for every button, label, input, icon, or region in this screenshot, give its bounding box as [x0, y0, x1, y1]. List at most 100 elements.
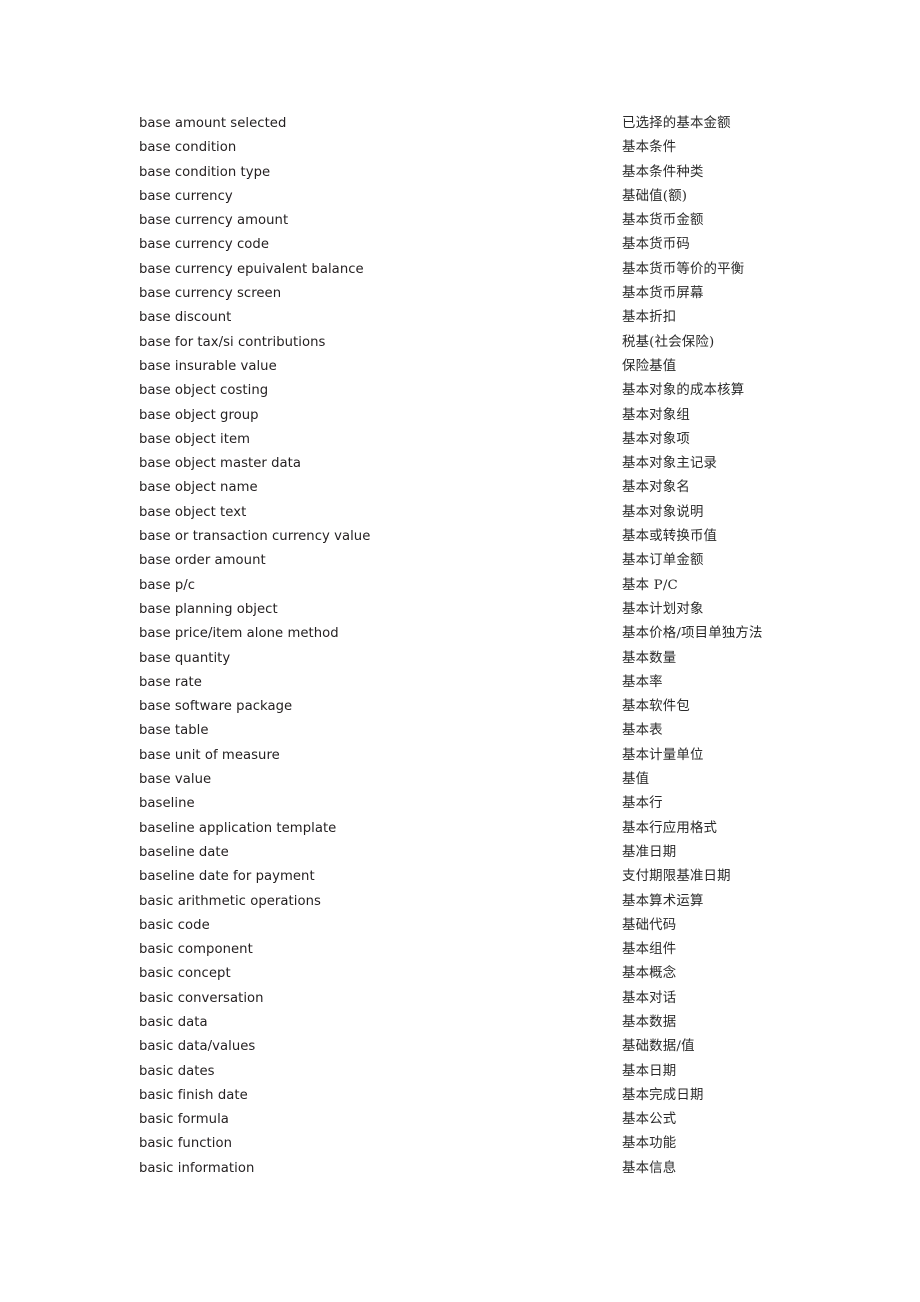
glossary-term-english: base object name: [139, 480, 258, 496]
glossary-term-english: basic dates: [139, 1063, 215, 1079]
glossary-entry-row: base order amount 基本订单金额: [0, 549, 920, 573]
glossary-entry-row: base object item 基本对象项: [0, 428, 920, 452]
glossary-term-chinese: 基本率: [622, 674, 663, 690]
glossary-term-chinese: 基本功能: [622, 1136, 677, 1152]
glossary-term-chinese: 基本对话: [622, 990, 677, 1006]
glossary-term-english: base currency epuivalent balance: [139, 261, 364, 277]
glossary-term-chinese: 基本行: [622, 796, 663, 812]
glossary-term-chinese: 已选择的基本金额: [622, 116, 731, 131]
glossary-entry-row: base condition type 基本条件种类: [0, 161, 920, 185]
glossary-term-english: base or transaction currency value: [139, 529, 371, 545]
glossary-term-chinese: 基本对象主记录: [622, 456, 718, 472]
glossary-term-chinese: 基本货币等价的平衡: [622, 261, 745, 277]
glossary-term-chinese: 基本货币金额: [622, 213, 704, 229]
glossary-term-english: base value: [139, 772, 212, 788]
glossary-term-chinese: 基本表: [622, 723, 663, 739]
glossary-entry-row: base rate 基本率: [0, 671, 920, 695]
glossary-term-english: basic component: [139, 942, 253, 958]
glossary-term-chinese: 基本算术运算: [622, 893, 704, 909]
glossary-entry-row: base unit of measure 基本计量单位: [0, 744, 920, 768]
glossary-term-chinese: 基本计量单位: [622, 747, 704, 763]
glossary-term-english: base amount selected: [139, 116, 287, 131]
glossary-term-chinese: 基本概念: [622, 966, 677, 982]
glossary-entry-row: base table 基本表: [0, 719, 920, 743]
glossary-term-chinese: 基础代码: [622, 917, 677, 933]
glossary-term-chinese: 基本完成日期: [622, 1087, 704, 1103]
glossary-entry-row: basic data/values 基础数据/值: [0, 1035, 920, 1059]
glossary-entry-row: basic arithmetic operations 基本算术运算: [0, 890, 920, 914]
glossary-entry-row: base planning object 基本计划对象: [0, 598, 920, 622]
glossary-term-english: base quantity: [139, 650, 231, 666]
glossary-entry-row: basic finish date 基本完成日期: [0, 1084, 920, 1108]
glossary-term-english: baseline date: [139, 844, 229, 860]
glossary-entry-row: baseline date 基准日期: [0, 841, 920, 865]
glossary-entry-row: base or transaction currency value 基本或转换币…: [0, 525, 920, 549]
glossary-term-english: base condition: [139, 140, 237, 156]
glossary-entry-row: basic formula 基本公式: [0, 1108, 920, 1132]
glossary-term-chinese: 基本价格/项目单独方法: [622, 626, 763, 642]
glossary-entry-row: base object master data 基本对象主记录: [0, 452, 920, 476]
glossary-term-english: base currency screen: [139, 286, 282, 302]
glossary-entry-row: base currency screen 基本货币屏幕: [0, 282, 920, 306]
glossary-term-chinese: 税基(社会保险): [622, 334, 715, 350]
glossary-term-english: base object costing: [139, 383, 269, 399]
glossary-term-english: base order amount: [139, 553, 266, 569]
glossary-term-english: base insurable value: [139, 358, 277, 374]
glossary-term-english: basic code: [139, 917, 210, 933]
glossary-term-chinese: 基本对象的成本核算: [622, 383, 745, 399]
glossary-term-english: base object item: [139, 431, 251, 447]
glossary-entry-row: base insurable value 保险基值: [0, 355, 920, 379]
glossary-term-english: base p/c: [139, 577, 196, 593]
glossary-entry-row: basic concept 基本概念: [0, 962, 920, 986]
glossary-entry-row: baseline date for payment 支付期限基准日期: [0, 865, 920, 889]
glossary-term-chinese: 基本或转换币值: [622, 529, 718, 545]
glossary-term-english: basic concept: [139, 966, 231, 982]
glossary-entry-row: base currency code 基本货币码: [0, 233, 920, 257]
glossary-term-chinese: 基本对象名: [622, 480, 690, 496]
glossary-term-chinese: 基本折扣: [622, 310, 677, 326]
document-page: base amount selected 已选择的基本金额 base conditi…: [0, 0, 920, 1302]
glossary-term-english: basic arithmetic operations: [139, 893, 321, 909]
glossary-entry-row: base software package 基本软件包: [0, 695, 920, 719]
glossary-entry-list: base amount selected 已选择的基本金额 base conditi…: [0, 112, 920, 1181]
glossary-entry-row: base quantity 基本数量: [0, 647, 920, 671]
glossary-term-chinese: 基本计划对象: [622, 601, 704, 617]
glossary-entry-row: base currency amount 基本货币金额: [0, 209, 920, 233]
glossary-term-chinese: 保险基值: [622, 358, 677, 374]
glossary-term-english: baseline application template: [139, 820, 337, 836]
glossary-term-english: base table: [139, 723, 209, 739]
glossary-term-chinese: 基本数量: [622, 650, 677, 666]
glossary-term-english: base object master data: [139, 456, 302, 472]
glossary-term-chinese: 基础数据/值: [622, 1039, 695, 1055]
glossary-term-english: baseline date for payment: [139, 869, 315, 885]
glossary-entry-row: basic data 基本数据: [0, 1011, 920, 1035]
glossary-entry-row: baseline application template 基本行应用格式: [0, 817, 920, 841]
glossary-term-english: base object text: [139, 504, 247, 520]
glossary-term-chinese: 基本行应用格式: [622, 820, 718, 836]
glossary-term-chinese: 基本条件: [622, 140, 677, 156]
glossary-term-chinese: 基本订单金额: [622, 553, 704, 569]
glossary-term-english: base condition type: [139, 164, 271, 180]
glossary-entry-row: base value 基值: [0, 768, 920, 792]
glossary-term-english: base software package: [139, 699, 293, 715]
glossary-entry-row: basic function 基本功能: [0, 1132, 920, 1156]
glossary-term-english: base rate: [139, 674, 202, 690]
glossary-entry-row: basic code 基础代码: [0, 914, 920, 938]
glossary-entry-row: base amount selected 已选择的基本金额: [0, 112, 920, 136]
glossary-term-english: basic information: [139, 1160, 255, 1176]
glossary-term-chinese: 基本 P/C: [622, 577, 679, 593]
glossary-entry-row: basic dates 基本日期: [0, 1060, 920, 1084]
glossary-term-english: basic conversation: [139, 990, 264, 1006]
glossary-term-chinese: 基本对象组: [622, 407, 690, 423]
glossary-entry-row: base discount 基本折扣: [0, 306, 920, 330]
glossary-term-chinese: 基本货币屏幕: [622, 286, 704, 302]
glossary-term-chinese: 基本信息: [622, 1160, 677, 1176]
glossary-entry-row: base object text 基本对象说明: [0, 501, 920, 525]
glossary-term-english: base discount: [139, 310, 232, 326]
glossary-term-english: base currency: [139, 188, 233, 204]
glossary-term-chinese: 基本软件包: [622, 699, 690, 715]
glossary-entry-row: base p/c 基本 P/C: [0, 574, 920, 598]
glossary-entry-row: base currency 基础值(额): [0, 185, 920, 209]
glossary-term-english: base currency code: [139, 237, 269, 253]
glossary-term-chinese: 基本日期: [622, 1063, 677, 1079]
